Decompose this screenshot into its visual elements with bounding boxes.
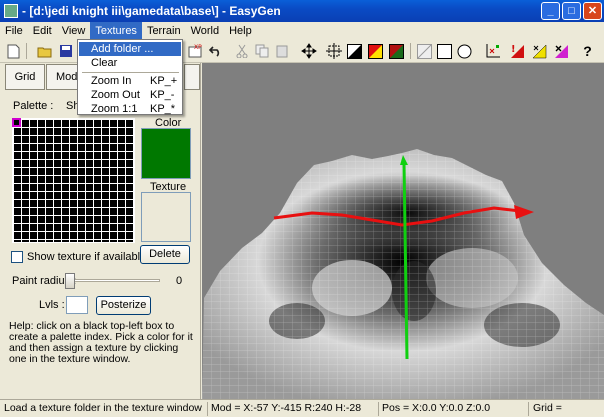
cut-icon[interactable] xyxy=(232,42,251,60)
menu-separator xyxy=(82,72,179,73)
texture-preview[interactable] xyxy=(141,192,191,242)
tab-grid[interactable]: Grid xyxy=(5,64,45,90)
empty-box-icon[interactable] xyxy=(435,42,454,60)
copy-icon[interactable] xyxy=(252,42,271,60)
palette-label: Palette : xyxy=(13,100,54,112)
circle-icon[interactable] xyxy=(455,42,474,60)
paste-icon[interactable] xyxy=(272,42,291,60)
grid-select-icon[interactable] xyxy=(324,42,343,60)
status-mod: Mod = X:-57 Y:-415 R:240 H:-28 xyxy=(211,402,362,414)
save-icon[interactable] xyxy=(56,42,75,60)
window-title: - [d:\jedi knight iii\gamedata\base\] - … xyxy=(22,4,281,18)
close-button[interactable]: ✕ xyxy=(583,2,602,20)
show-texture-label: Show texture if available xyxy=(27,251,147,263)
minimize-button[interactable]: _ xyxy=(541,2,560,20)
menu-edit[interactable]: Edit xyxy=(28,22,57,40)
menu-item-zoom-1-1[interactable]: Zoom 1:1 KP_* xyxy=(79,102,181,116)
terrain-3d-viewport[interactable] xyxy=(202,63,604,399)
paint-radius-slider[interactable] xyxy=(65,273,75,289)
red-yellow-color-icon[interactable] xyxy=(366,42,385,60)
status-bar: Load a texture folder in the texture win… xyxy=(0,399,604,417)
show-texture-checkbox[interactable] xyxy=(11,251,23,263)
paint-radius-track[interactable] xyxy=(66,279,160,282)
delete-button[interactable]: Delete xyxy=(140,245,190,264)
yellow-slope-icon[interactable] xyxy=(529,42,548,60)
open-folder-icon[interactable] xyxy=(35,42,54,60)
palette-grid[interactable] xyxy=(12,118,135,243)
paint-radius-value: 0 xyxy=(176,275,183,287)
red-green-color-icon[interactable] xyxy=(387,42,406,60)
magenta-cross-icon[interactable] xyxy=(551,42,570,60)
help-text: Help: click on a black top-left box to c… xyxy=(9,320,193,365)
menu-item-zoom-in[interactable]: Zoom In KP_+ xyxy=(79,74,181,88)
status-pos: Pos = X:0.0 Y:0.0 Z:0.0 xyxy=(382,402,491,414)
app-icon[interactable] xyxy=(4,4,18,18)
move-axes-icon[interactable] xyxy=(299,42,318,60)
menu-textures[interactable]: Textures xyxy=(90,22,142,40)
menu-terrain[interactable]: Terrain xyxy=(142,22,186,40)
maximize-button[interactable]: □ xyxy=(562,2,581,20)
svg-text:!: ! xyxy=(511,44,516,55)
menu-item-zoom-out[interactable]: Zoom Out KP_- xyxy=(79,88,181,102)
status-message: Load a texture folder in the texture win… xyxy=(4,402,202,414)
tab-more[interactable] xyxy=(184,64,200,90)
posterize-button[interactable]: Posterize xyxy=(96,296,151,315)
new-file-icon[interactable] xyxy=(4,42,23,60)
color-swatch[interactable] xyxy=(141,128,191,179)
menu-help[interactable]: Help xyxy=(224,22,257,40)
axis-xy-icon[interactable] xyxy=(483,42,502,60)
diagonal-box-icon[interactable] xyxy=(415,42,434,60)
red-flag-icon[interactable]: ! xyxy=(507,42,526,60)
palette-selected-cell[interactable] xyxy=(12,118,21,127)
menu-file[interactable]: File xyxy=(0,22,28,40)
menu-item-add-folder[interactable]: Add folder ... xyxy=(79,42,181,56)
black-white-color-icon[interactable] xyxy=(345,42,364,60)
undo-icon[interactable] xyxy=(206,42,225,60)
svg-text:XP: XP xyxy=(194,44,202,51)
lvls-input[interactable] xyxy=(66,296,88,314)
menu-view[interactable]: View xyxy=(57,22,91,40)
status-grid: Grid = xyxy=(533,402,562,414)
menu-world[interactable]: World xyxy=(186,22,225,40)
textures-dropdown-menu: Add folder ... Clear Zoom In KP_+ Zoom O… xyxy=(77,39,183,115)
help-icon[interactable]: ? xyxy=(578,42,597,60)
menu-item-clear[interactable]: Clear xyxy=(79,56,181,70)
lvls-label: Lvls : xyxy=(39,299,65,311)
menu-bar: File Edit View Textures Terrain World He… xyxy=(0,22,604,40)
export-icon[interactable]: XP xyxy=(186,42,205,60)
title-bar: - [d:\jedi knight iii\gamedata\base\] - … xyxy=(0,0,604,22)
